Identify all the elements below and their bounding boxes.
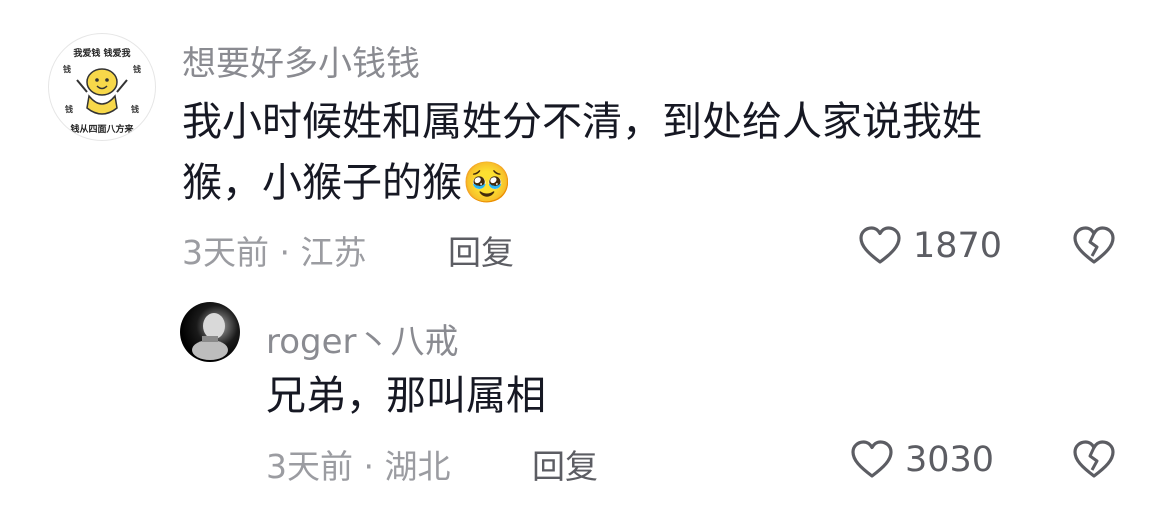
comment-text-fragment: 猴，小猴子的猴 — [182, 160, 462, 206]
comment-text: 兄弟，那叫属相 — [266, 366, 546, 427]
avatar[interactable] — [180, 302, 240, 362]
comment-username[interactable]: roger丶八戒 — [266, 314, 459, 363]
comment-text-line: 猴，小猴子的猴🥹 — [182, 153, 982, 214]
money-mascot-icon — [76, 68, 128, 115]
emoji-icon: 🥹 — [462, 160, 512, 206]
avatar-coin-label: 钱 — [133, 65, 141, 74]
avatar[interactable]: 我爱钱 钱爱我 钱 钱 钱 钱 钱从四面八方来 — [48, 33, 156, 141]
broken-heart-icon[interactable] — [1072, 224, 1116, 268]
comment-time-location: 3天前 · 湖北 — [266, 447, 451, 486]
heart-outline-icon[interactable] — [858, 224, 902, 268]
comment-text-line: 兄弟，那叫属相 — [266, 373, 546, 419]
avatar-coin-label: 钱 — [131, 105, 139, 114]
avatar-caption-bottom: 钱从四面八方来 — [70, 125, 134, 135]
avatar-caption-top: 我爱钱 钱爱我 — [73, 49, 131, 59]
broken-heart-icon[interactable] — [1072, 438, 1116, 482]
like-count: 3030 — [905, 440, 995, 480]
avatar-coin-label: 钱 — [63, 65, 71, 74]
reply-button[interactable]: 回复 — [532, 440, 598, 488]
person-photo-icon — [192, 313, 228, 360]
heart-outline-icon[interactable] — [850, 438, 894, 482]
reply-button[interactable]: 回复 — [448, 226, 514, 274]
comment-username[interactable]: 想要好多小钱钱 — [182, 36, 420, 85]
like-count: 1870 — [913, 226, 1003, 266]
comment-time-location: 3天前 · 江苏 — [182, 233, 367, 272]
avatar-coin-label: 钱 — [65, 105, 73, 114]
comment-text-line: 我小时候姓和属姓分不清，到处给人家说我姓 — [182, 99, 982, 145]
comment-text: 我小时候姓和属姓分不清，到处给人家说我姓 猴，小猴子的猴🥹 — [182, 92, 982, 214]
